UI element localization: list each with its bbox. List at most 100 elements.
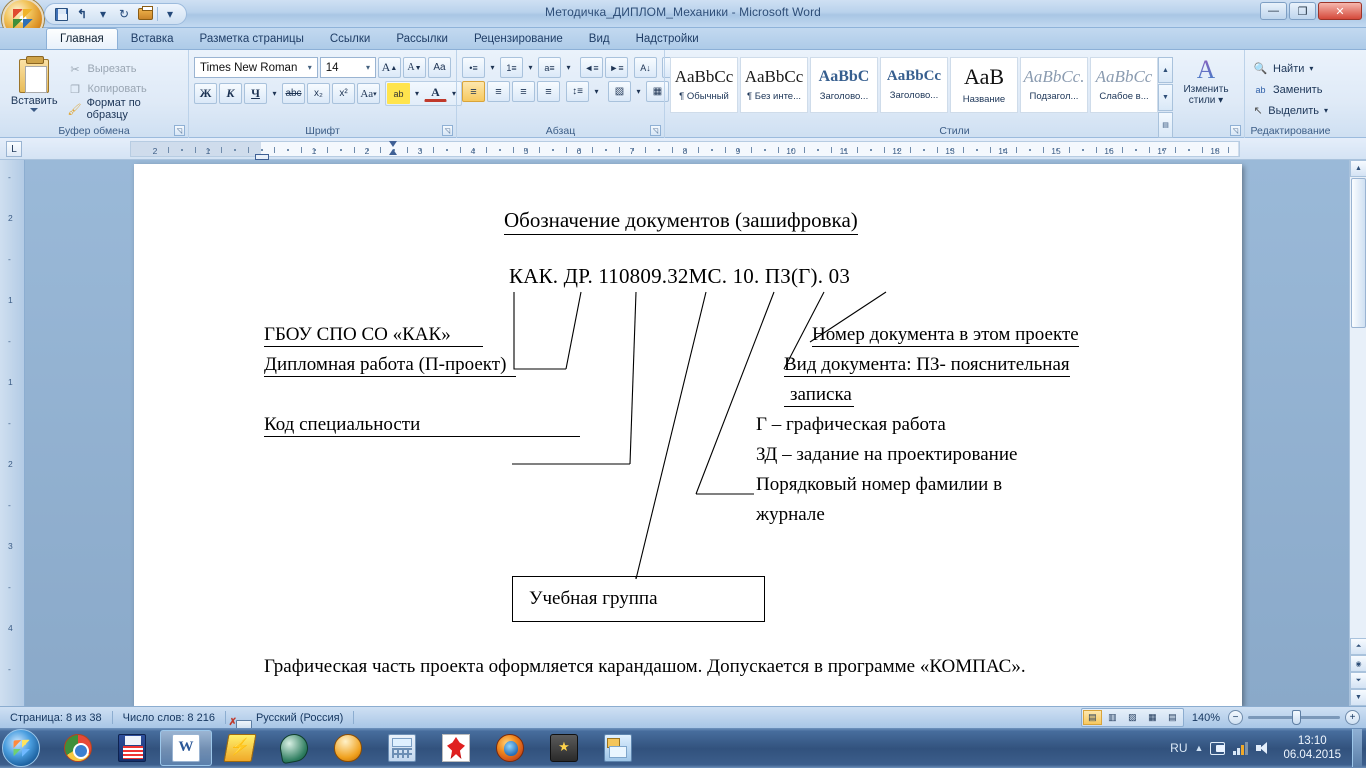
- style-title[interactable]: АаВ Название: [950, 57, 1018, 113]
- increase-indent-button[interactable]: ►≡: [605, 57, 628, 78]
- show-hidden-icons-icon[interactable]: ▲: [1195, 743, 1204, 753]
- taskbar-item-egg[interactable]: [322, 730, 374, 766]
- style-no-spacing[interactable]: AaBbCc ¶ Без инте...: [740, 57, 808, 113]
- document-page[interactable]: Обозначение документов (зашифровка) КАК.…: [134, 164, 1242, 706]
- font-name-combo[interactable]: Times New Roman ▾: [194, 57, 318, 78]
- taskbar-item-folder[interactable]: [592, 730, 644, 766]
- font-size-combo[interactable]: 14 ▾: [319, 57, 376, 78]
- style-heading-2[interactable]: AaBbCc Заголово...: [880, 57, 948, 113]
- change-case-button[interactable]: Aa ▾: [357, 83, 380, 104]
- clear-formatting-button[interactable]: Aa: [428, 57, 451, 78]
- format-painter-button[interactable]: 🖌 Формат по образцу: [64, 97, 184, 121]
- previous-page-button[interactable]: ⏶: [1350, 638, 1366, 655]
- subscript-button[interactable]: x₂: [307, 83, 330, 104]
- zoom-level[interactable]: 140%: [1192, 712, 1228, 724]
- show-desktop-button[interactable]: [1352, 729, 1362, 767]
- horizontal-ruler[interactable]: 2 1 1 2 3 4 5 6 7 8 9 10 11 12 13 14 15 16 17 18: [130, 141, 1240, 157]
- sort-button[interactable]: А↓: [634, 57, 657, 78]
- tab-view[interactable]: Вид: [576, 28, 623, 49]
- find-button[interactable]: 🔍 Найти ▾: [1250, 58, 1331, 79]
- text-highlight-button[interactable]: ab: [387, 83, 410, 104]
- highlight-dropdown-icon[interactable]: ▾: [411, 83, 423, 104]
- language-tray[interactable]: RU: [1170, 741, 1187, 755]
- scroll-up-button[interactable]: ▲: [1350, 160, 1366, 177]
- view-outline[interactable]: ▦: [1143, 710, 1162, 725]
- style-subtle-emphasis[interactable]: AaBbCc Слабое в...: [1090, 57, 1158, 113]
- tab-addins[interactable]: Надстройки: [623, 28, 712, 49]
- select-browse-object-button[interactable]: ◉: [1350, 655, 1366, 672]
- view-draft[interactable]: ▤: [1163, 710, 1182, 725]
- multilevel-dropdown-icon[interactable]: ▾: [563, 57, 574, 78]
- scrollbar-thumb[interactable]: [1351, 178, 1366, 328]
- indent-marker[interactable]: [389, 141, 398, 159]
- align-left-button[interactable]: ≡: [462, 81, 485, 102]
- network-icon[interactable]: [1233, 741, 1249, 755]
- taskbar-item-opera[interactable]: [430, 730, 482, 766]
- clock[interactable]: 13:10 06.04.2015: [1279, 734, 1345, 762]
- copy-button[interactable]: ❐ Копировать: [64, 79, 184, 99]
- taskbar-item-teardrop[interactable]: [268, 730, 320, 766]
- taskbar-item-bolt[interactable]: [214, 730, 266, 766]
- font-dialog-launcher[interactable]: ◹: [442, 125, 453, 136]
- tab-stop-selector[interactable]: L: [6, 141, 22, 157]
- volume-icon[interactable]: [1256, 741, 1272, 755]
- view-print-layout[interactable]: ▤: [1082, 710, 1102, 725]
- language-indicator[interactable]: Русский (Россия): [246, 712, 353, 724]
- zoom-slider[interactable]: − +: [1228, 710, 1360, 725]
- style-normal[interactable]: AaBbCc ¶ Обычный: [670, 57, 738, 113]
- bullets-button[interactable]: •≡: [462, 57, 485, 78]
- replace-button[interactable]: ab Заменить: [1250, 79, 1331, 100]
- taskbar-item-chrome[interactable]: [52, 730, 104, 766]
- zoom-in-button[interactable]: +: [1345, 710, 1360, 725]
- vertical-scrollbar[interactable]: ▲ ⏶ ◉ ⏷ ▼: [1349, 160, 1366, 706]
- bullets-dropdown-icon[interactable]: ▾: [487, 57, 498, 78]
- clipboard-dialog-launcher[interactable]: ◹: [174, 125, 185, 136]
- page-indicator[interactable]: Страница: 8 из 38: [0, 712, 112, 724]
- scroll-down-icon[interactable]: ▼: [1158, 84, 1173, 111]
- styles-dialog-launcher[interactable]: ◹: [1230, 125, 1241, 136]
- tab-home[interactable]: Главная: [46, 28, 118, 49]
- taskbar-item-word[interactable]: [160, 730, 212, 766]
- tab-page-layout[interactable]: Разметка страницы: [187, 28, 317, 49]
- numbering-button[interactable]: 1≡: [500, 57, 523, 78]
- justify-button[interactable]: ≡: [537, 81, 560, 102]
- bold-button[interactable]: Ж: [194, 83, 217, 104]
- taskbar-item-firefox[interactable]: [484, 730, 536, 766]
- taskbar-item-phone[interactable]: [538, 730, 590, 766]
- grow-font-button[interactable]: A ▲: [377, 57, 401, 78]
- select-button[interactable]: ↖ Выделить ▾: [1250, 100, 1331, 121]
- decrease-indent-button[interactable]: ◄≡: [580, 57, 603, 78]
- underline-dropdown-icon[interactable]: ▾: [269, 83, 280, 104]
- italic-button[interactable]: К: [219, 83, 242, 104]
- paragraph-dialog-launcher[interactable]: ◹: [650, 125, 661, 136]
- scroll-down-button[interactable]: ▼: [1350, 689, 1366, 706]
- close-button[interactable]: ✕: [1318, 2, 1362, 20]
- style-subtitle[interactable]: AaBbCc. Подзагол...: [1020, 57, 1088, 113]
- style-heading-1[interactable]: AaBbC Заголово...: [810, 57, 878, 113]
- multilevel-list-button[interactable]: a≡: [538, 57, 561, 78]
- view-full-screen-reading[interactable]: ▥: [1103, 710, 1122, 725]
- line-spacing-dropdown-icon[interactable]: ▾: [591, 81, 602, 102]
- shading-button[interactable]: ▧: [608, 81, 631, 102]
- taskbar-item-calculator[interactable]: [376, 730, 428, 766]
- start-button[interactable]: [2, 729, 40, 767]
- underline-button[interactable]: Ч: [244, 83, 267, 104]
- minimize-button[interactable]: —: [1260, 2, 1287, 20]
- safely-remove-icon[interactable]: [1210, 741, 1226, 755]
- numbering-dropdown-icon[interactable]: ▾: [525, 57, 536, 78]
- tab-references[interactable]: Ссылки: [317, 28, 384, 49]
- tab-insert[interactable]: Вставка: [118, 28, 187, 49]
- font-color-button[interactable]: A: [424, 85, 448, 102]
- zoom-out-button[interactable]: −: [1228, 710, 1243, 725]
- align-center-button[interactable]: ≡: [487, 81, 510, 102]
- maximize-button[interactable]: ❐: [1289, 2, 1316, 20]
- tab-mailings[interactable]: Рассылки: [383, 28, 461, 49]
- view-web-layout[interactable]: ▨: [1123, 710, 1142, 725]
- cut-button[interactable]: ✂ Вырезать: [64, 59, 184, 79]
- zoom-track[interactable]: [1248, 710, 1340, 725]
- scroll-up-icon[interactable]: ▲: [1158, 57, 1173, 84]
- line-spacing-button[interactable]: ↕≡: [566, 81, 589, 102]
- strikethrough-button[interactable]: abc: [282, 83, 305, 104]
- taskbar-item-floppy[interactable]: [106, 730, 158, 766]
- shading-dropdown-icon[interactable]: ▾: [633, 81, 644, 102]
